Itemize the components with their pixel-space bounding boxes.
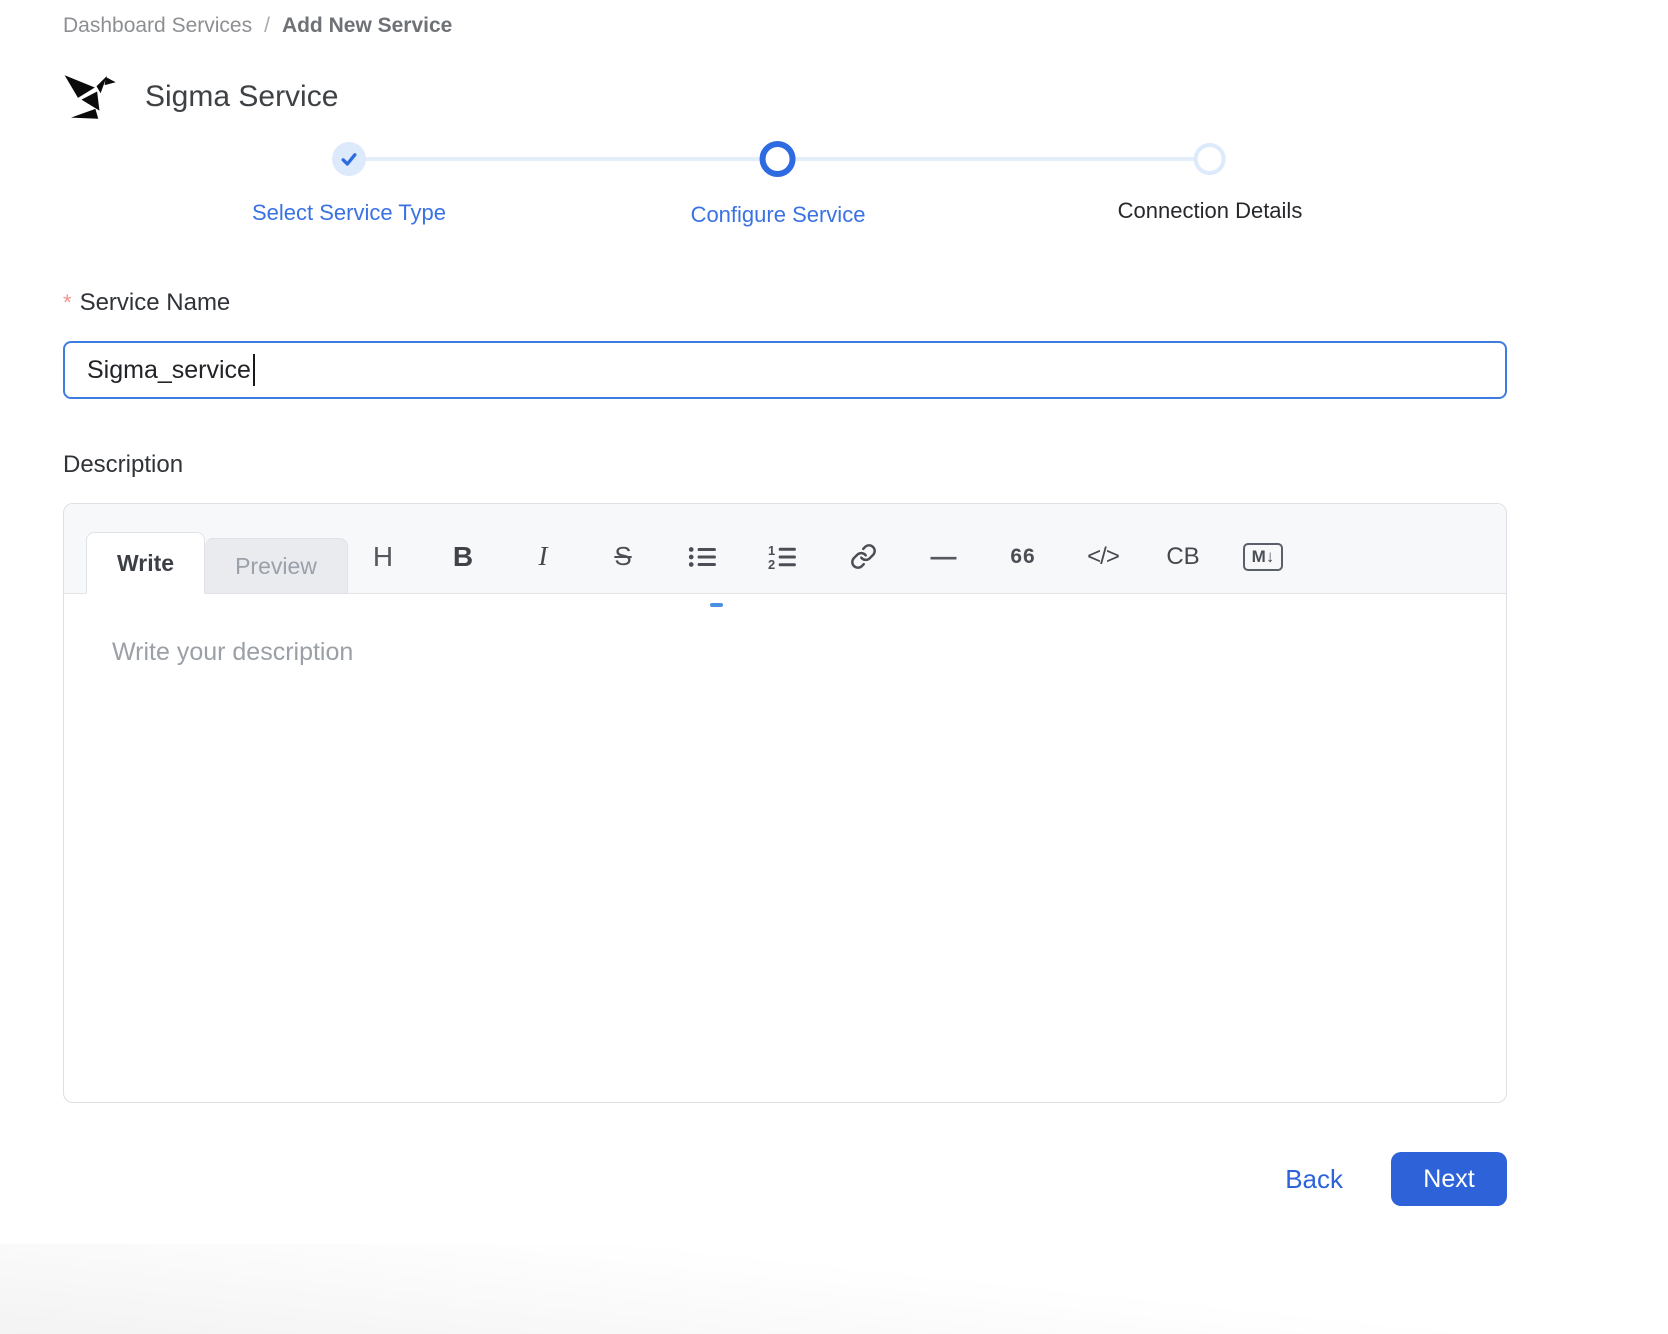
- ordered-list-button[interactable]: 1 2: [743, 544, 823, 570]
- description-editor: Write Preview H B I S: [63, 503, 1507, 1103]
- heading-button[interactable]: H: [343, 541, 423, 573]
- svg-text:1: 1: [768, 544, 775, 558]
- service-name-input[interactable]: Sigma_service: [63, 341, 1507, 399]
- horizontal-rule-icon: —: [931, 541, 956, 572]
- markdown-icon: M↓: [1243, 543, 1284, 571]
- code-block-button[interactable]: CB: [1143, 543, 1223, 571]
- breadcrumb-separator: /: [264, 14, 270, 38]
- description-label: Description: [63, 451, 183, 479]
- italic-icon: I: [539, 541, 548, 572]
- code-button[interactable]: </>: [1063, 543, 1143, 571]
- tab-write[interactable]: Write: [86, 532, 205, 594]
- heading-icon: H: [373, 541, 393, 573]
- link-icon: [850, 543, 877, 570]
- editor-toolbar: H B I S: [343, 504, 1506, 593]
- tab-preview[interactable]: Preview: [205, 538, 348, 594]
- strikethrough-button[interactable]: S: [583, 541, 663, 572]
- next-button[interactable]: Next: [1391, 1152, 1507, 1206]
- service-name-label: * Service Name: [63, 289, 230, 317]
- footer-actions: Back Next: [63, 1152, 1507, 1206]
- step-label-select-service-type[interactable]: Select Service Type: [252, 200, 446, 226]
- description-textarea[interactable]: [64, 594, 1506, 1102]
- horizontal-rule-button[interactable]: —: [903, 541, 983, 572]
- breadcrumb: Dashboard Services / Add New Service: [63, 14, 452, 38]
- editor-body: [64, 594, 1506, 1102]
- text-cursor: [253, 354, 255, 386]
- step-configure-service[interactable]: Configure Service: [691, 140, 866, 228]
- quote-icon: 66: [1010, 545, 1035, 569]
- step-connection-details[interactable]: Connection Details: [1118, 140, 1303, 224]
- service-name-label-text: Service Name: [80, 289, 231, 316]
- markdown-button[interactable]: M↓: [1223, 543, 1303, 571]
- editor-toolbar-bar: Write Preview H B I S: [64, 504, 1506, 594]
- page-title: Sigma Service: [145, 80, 338, 114]
- step-label-connection-details[interactable]: Connection Details: [1118, 198, 1303, 224]
- step-upcoming-circle[interactable]: [1194, 143, 1226, 175]
- step-completed-circle[interactable]: [332, 142, 366, 176]
- ordered-list-icon: 1 2: [768, 544, 798, 570]
- unordered-list-icon: [688, 544, 718, 570]
- step-label-configure-service[interactable]: Configure Service: [691, 202, 866, 228]
- step-current-circle[interactable]: [760, 141, 796, 177]
- svg-text:2: 2: [768, 556, 775, 569]
- strikethrough-icon: S: [614, 541, 631, 572]
- breadcrumb-dashboard-services[interactable]: Dashboard Services: [63, 14, 252, 38]
- unordered-list-button[interactable]: [663, 544, 743, 570]
- bold-icon: B: [453, 541, 473, 573]
- origami-bird-logo: [60, 66, 118, 124]
- add-new-service-page: Dashboard Services / Add New Service Sig…: [0, 0, 1668, 1334]
- breadcrumb-add-new-service: Add New Service: [282, 14, 452, 38]
- editor-tabs: Write Preview: [86, 532, 348, 594]
- bold-button[interactable]: B: [423, 541, 503, 573]
- code-block-icon: CB: [1166, 543, 1199, 571]
- quote-button[interactable]: 66: [983, 545, 1063, 569]
- check-icon: [339, 149, 359, 169]
- step-select-service-type[interactable]: Select Service Type: [252, 140, 446, 226]
- bottom-fade-decoration: [0, 1244, 1668, 1334]
- back-button[interactable]: Back: [1285, 1164, 1343, 1195]
- stepper: Select Service Type Configure Service Co…: [63, 140, 1507, 240]
- service-name-value: Sigma_service: [87, 356, 251, 385]
- required-asterisk: *: [63, 290, 72, 315]
- code-icon: </>: [1087, 543, 1119, 571]
- italic-button[interactable]: I: [503, 541, 583, 572]
- link-button[interactable]: [823, 543, 903, 570]
